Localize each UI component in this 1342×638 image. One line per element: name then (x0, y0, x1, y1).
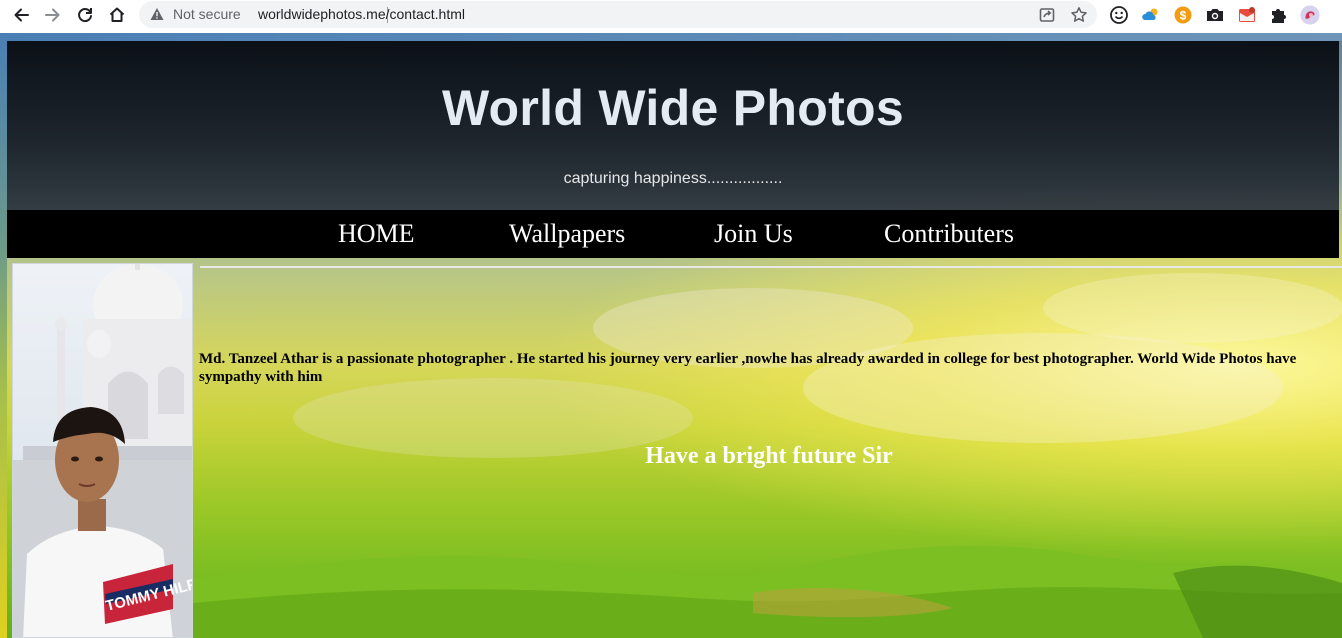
wish-message: Have a bright future Sir (645, 443, 893, 469)
browser-toolbar: Not secure worldwidephotos.me/contact.ht… (0, 0, 1342, 30)
mail-extension-icon[interactable] (1237, 5, 1257, 25)
nav-home[interactable]: HOME (338, 219, 415, 249)
content-divider (200, 266, 1342, 268)
back-icon[interactable] (9, 3, 33, 27)
page-body: World Wide Photos capturing happiness...… (0, 33, 1342, 638)
puzzle-extension-icon[interactable] (1269, 5, 1289, 25)
warning-icon[interactable] (150, 7, 164, 21)
nav-contributers[interactable]: Contributers (884, 219, 1014, 249)
address-bar[interactable]: Not secure worldwidephotos.me/contact.ht… (139, 1, 1097, 28)
site-tagline: capturing happiness................. (563, 170, 783, 187)
contributor-photo: TOMMY HILFI (12, 263, 193, 638)
svg-text:$: $ (1180, 9, 1187, 23)
cloud-extension-icon[interactable] (1141, 5, 1161, 25)
smiley-extension-icon[interactable] (1109, 5, 1129, 25)
hills-background (193, 545, 1342, 638)
nav-wallpapers[interactable]: Wallpapers (509, 219, 625, 249)
camera-extension-icon[interactable] (1205, 5, 1225, 25)
star-icon[interactable] (1070, 6, 1088, 24)
contributor-bio: Md. Tanzeel Athar is a passionate photog… (199, 351, 1297, 385)
cloud-background (293, 273, 1342, 458)
home-icon[interactable] (105, 3, 129, 27)
nav-join-us[interactable]: Join Us (714, 219, 793, 249)
coin-extension-icon[interactable]: $ (1173, 5, 1193, 25)
share-icon[interactable] (1038, 6, 1056, 24)
main-nav: HOME Wallpapers Join Us Contributers (7, 210, 1339, 258)
site-header: World Wide Photos capturing happiness...… (7, 41, 1339, 210)
site-title: World Wide Photos (441, 80, 905, 136)
profile-avatar[interactable] (1300, 5, 1320, 25)
reload-icon[interactable] (73, 3, 97, 27)
url-text[interactable]: worldwidephotos.me/contact.html (258, 6, 465, 22)
security-label[interactable]: Not secure (173, 6, 241, 22)
page-left-strip (0, 33, 7, 638)
forward-icon[interactable] (41, 3, 65, 27)
page-top-strip (0, 33, 1342, 41)
